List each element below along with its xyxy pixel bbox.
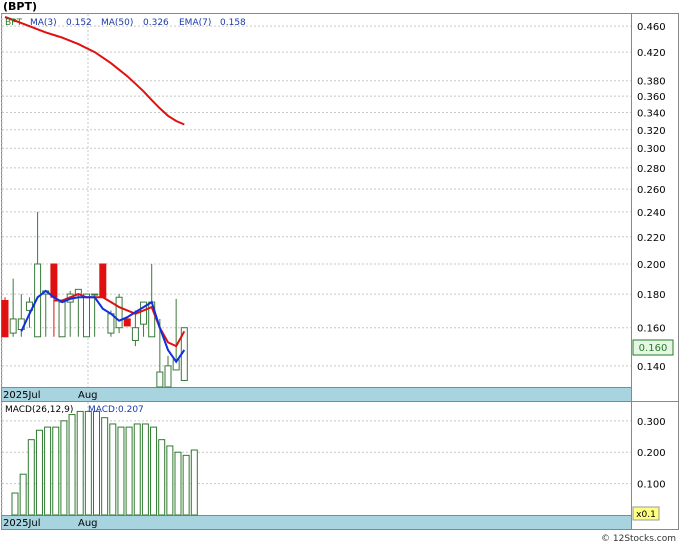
price-y-tick-label: 0.360 <box>637 92 666 103</box>
price-y-tick-label: 0.240 <box>637 208 666 219</box>
macd-bar <box>125 426 133 516</box>
price-y-tick-label: 0.340 <box>637 108 666 119</box>
macd-bar <box>27 439 35 516</box>
macd-bar <box>68 414 76 516</box>
macd-bar <box>117 426 125 516</box>
macd-bar <box>174 451 182 516</box>
macd-bar <box>84 410 92 516</box>
price-grid <box>1 14 631 387</box>
macd-scale-badge-text: x0.1 <box>636 510 656 520</box>
price-y-tick-label: 0.140 <box>637 362 666 373</box>
last-price-badge-text: 0.160 <box>639 343 668 354</box>
candle-body <box>1 299 9 338</box>
price-x-tick-aug: Aug <box>78 390 98 401</box>
price-y-tick-label: 0.180 <box>637 290 666 301</box>
candle-body <box>91 293 99 296</box>
macd-y-tick-label: 0.100 <box>637 480 666 491</box>
macd-y-tick-label: 0.200 <box>637 448 666 459</box>
macd-x-tick-jul: 2025Jul <box>3 518 41 529</box>
macd-plot <box>11 410 198 516</box>
macd-bar <box>190 449 198 516</box>
candle-body <box>156 371 164 388</box>
stock-chart: 0.460 0.420 0.380 0.360 0.340 0.320 0.300 0.280… <box>1 0 679 544</box>
macd-bar <box>52 426 60 516</box>
candle-body <box>83 293 90 338</box>
macd-bar <box>93 410 100 516</box>
macd-bar <box>76 410 84 516</box>
candle-body <box>58 301 66 338</box>
ma50-label: MA(50) <box>101 18 133 28</box>
watermark: © 12Stocks.com <box>601 534 676 544</box>
macd-bar <box>182 454 190 516</box>
macd-bar <box>35 429 43 516</box>
macd-label: MACD(26,12,9) <box>5 405 73 415</box>
price-x-tick-jul: 2025Jul <box>3 390 41 401</box>
macd-bar <box>109 423 117 516</box>
price-panel-frame <box>1 13 632 388</box>
ticker-title: (BPT) <box>3 0 37 13</box>
price-y-tick-label: 0.280 <box>637 164 666 175</box>
ma50-line <box>4 16 185 126</box>
macd-bar <box>44 426 52 516</box>
price-y-tick-label: 0.220 <box>637 233 666 244</box>
macd-bar <box>133 423 141 516</box>
price-y-tick-label: 0.380 <box>637 77 666 88</box>
ma50-value: 0.326 <box>143 18 169 28</box>
macd-bar <box>60 420 68 516</box>
price-y-tick-label: 0.160 <box>637 324 666 335</box>
macd-bar <box>101 417 109 516</box>
macd-bar <box>11 492 19 516</box>
price-y-tick-label: 0.460 <box>637 22 666 33</box>
price-y-tick-label: 0.420 <box>637 48 666 59</box>
macd-bar <box>158 439 166 516</box>
macd-bar <box>166 445 174 516</box>
macd-value-label: MACD:0.207 <box>88 405 144 415</box>
y-tick-labels: 0.460 0.420 0.380 0.360 0.340 0.320 0.300 0.280… <box>637 22 666 490</box>
macd-y-tick-label: 0.300 <box>637 417 666 428</box>
macd-x-tick-aug: Aug <box>78 518 98 529</box>
price-plot <box>1 16 188 388</box>
candle-body <box>99 263 107 298</box>
legend-symbol: BPT <box>5 18 23 28</box>
candle-body <box>164 365 172 388</box>
macd-bar <box>150 426 158 516</box>
ema7-label: EMA(7) <box>179 18 211 28</box>
price-y-tick-label: 0.300 <box>637 144 666 155</box>
candle-body <box>50 263 58 298</box>
ma3-value: 0.152 <box>66 18 92 28</box>
macd-bar <box>19 473 27 516</box>
candle-body <box>115 296 123 329</box>
candle-body <box>123 318 131 327</box>
candle-body <box>9 318 17 334</box>
ma3-label: MA(3) <box>30 18 57 28</box>
price-y-tick-label: 0.260 <box>637 185 666 196</box>
macd-bar <box>141 423 149 516</box>
price-y-tick-label: 0.320 <box>637 126 666 137</box>
price-y-tick-label: 0.200 <box>637 260 666 271</box>
candle-body <box>131 327 139 341</box>
ema7-value: 0.158 <box>220 18 246 28</box>
